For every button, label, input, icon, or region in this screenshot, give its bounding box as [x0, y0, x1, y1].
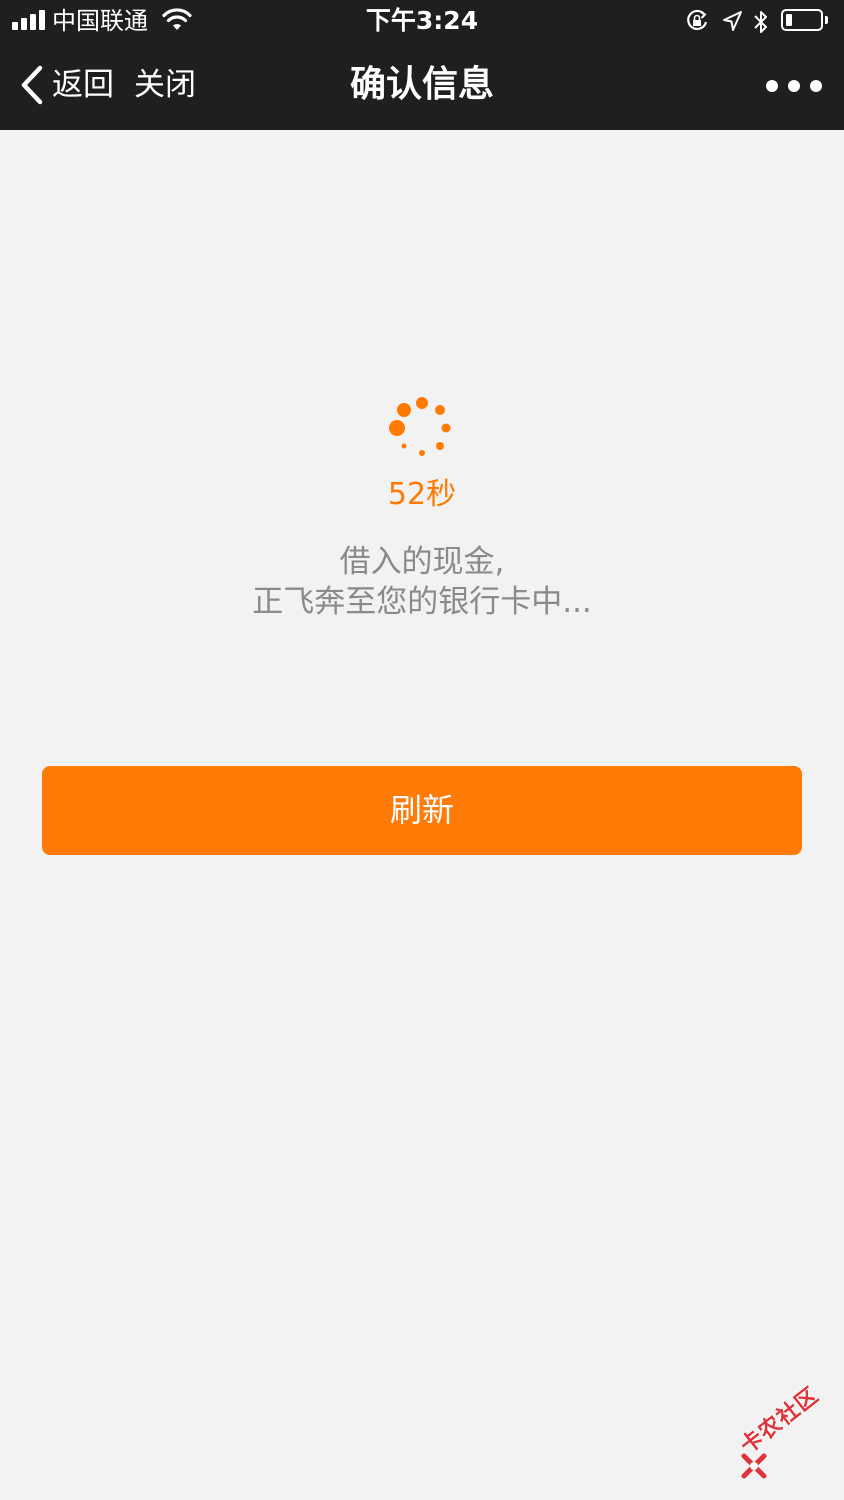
loading-message-line-1: 借入的现金,: [339, 544, 505, 580]
battery-icon: [781, 9, 828, 31]
location-icon: [723, 11, 742, 31]
orientation-lock-icon: [687, 9, 708, 31]
watermark-text: 卡农社区: [735, 1382, 824, 1460]
navigation-bar: 返回 关闭 确认信息: [0, 42, 844, 130]
countdown-label: 52秒: [387, 477, 457, 512]
top-bar: 中国联通 下午3:24 返回 关闭 确认信息: [0, 0, 844, 130]
refresh-button[interactable]: 刷新: [42, 766, 802, 855]
watermark-logo: 卡农社区: [736, 1383, 842, 1484]
loading-spinner-icon: [389, 397, 451, 456]
bluetooth-icon: [754, 11, 767, 33]
battery-fill: [786, 14, 792, 26]
loading-message: 借入的现金, 正飞奔至您的银行卡中...: [0, 542, 844, 622]
more-icon[interactable]: [766, 72, 822, 100]
page-title: 确认信息: [349, 64, 494, 105]
status-bar: 中国联通 下午3:24: [0, 0, 844, 42]
loading-message-line-2: 正飞奔至您的银行卡中...: [252, 584, 592, 620]
status-time: 下午3:24: [365, 6, 479, 35]
